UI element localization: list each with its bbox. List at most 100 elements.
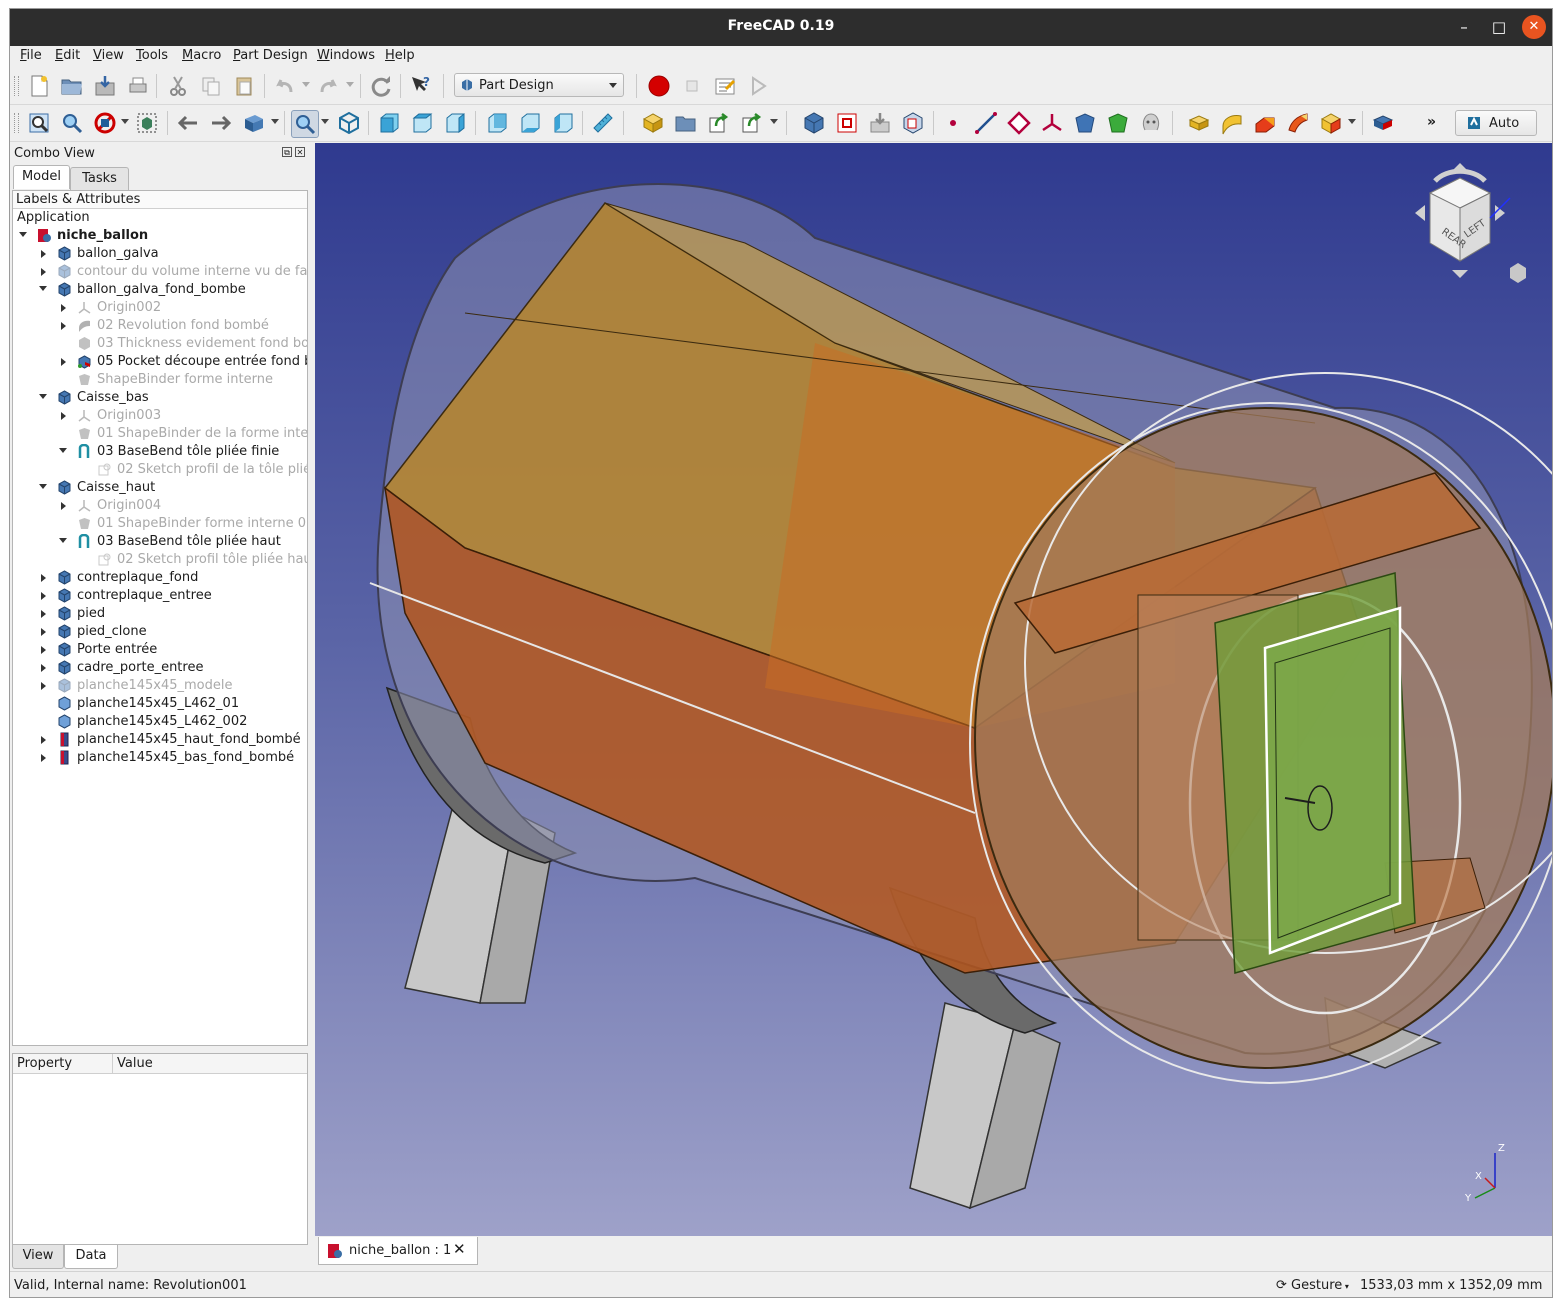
expand-arrow-icon[interactable] [39,286,47,291]
tab-data[interactable]: Data [64,1245,118,1269]
tab-tasks[interactable]: Tasks [70,167,129,191]
additive-loft-icon[interactable] [1252,110,1278,136]
tree-item[interactable]: 01 ShapeBinder forme interne 01 [13,515,307,533]
collapse-arrow-icon[interactable] [61,358,66,366]
right-view-icon[interactable] [442,110,468,136]
tree-item[interactable]: Origin004 [13,497,307,515]
collapse-arrow-icon[interactable] [41,610,46,618]
open-folder-icon[interactable] [59,73,85,99]
additive-box-icon[interactable] [1318,110,1344,136]
validate-sketch-icon[interactable] [867,110,893,136]
create-body-icon[interactable] [801,110,827,136]
minimize-button[interactable]: – [1452,15,1476,39]
datum-plane-icon[interactable] [1006,110,1032,136]
link-actions-icon[interactable] [739,110,765,136]
execute-macro-icon[interactable] [745,73,771,99]
tree-item[interactable]: 02 Revolution fond bombé [13,317,307,335]
fit-selection-icon[interactable] [59,110,85,136]
toolbar-grip[interactable] [14,76,19,96]
toolbar-overflow[interactable]: » [1427,114,1436,130]
additive-pipe-icon[interactable] [1285,110,1311,136]
tree-item[interactable]: planche145x45_L462_002 [13,713,307,731]
zoom-box-icon[interactable] [291,110,319,138]
workbench-selector[interactable]: Part Design [454,73,624,97]
create-group-icon[interactable] [673,110,699,136]
menu-tools[interactable]: Tools [136,48,168,63]
redo-icon[interactable] [315,73,341,99]
top-view-icon[interactable] [409,110,435,136]
close-dock-icon[interactable]: ✕ [295,147,305,157]
collapse-arrow-icon[interactable] [41,628,46,636]
tree-item[interactable]: ShapeBinder forme interne [13,371,307,389]
tree-item[interactable]: planche145x45_L462_01 [13,695,307,713]
model-tree[interactable]: Labels & Attributes Application niche_ba… [12,190,308,1046]
tree-item[interactable]: pied [13,605,307,623]
fit-all-icon[interactable] [26,110,52,136]
create-sketch-icon[interactable] [834,110,860,136]
stop-macro-icon[interactable] [679,73,705,99]
collapse-arrow-icon[interactable] [41,250,46,258]
tree-item[interactable]: Origin002 [13,299,307,317]
clone-icon[interactable] [1138,110,1164,136]
expand-arrow-icon[interactable] [19,232,27,237]
menu-windows[interactable]: Windows [317,48,375,63]
collapse-arrow-icon[interactable] [41,268,46,276]
sync-view-icon[interactable] [241,110,267,136]
tree-item[interactable]: contreplaque_entree [13,587,307,605]
collapse-arrow-icon[interactable] [61,322,66,330]
back-arrow-icon[interactable] [175,110,201,136]
tree-item[interactable]: planche145x45_haut_fond_bombé [13,731,307,749]
bottom-view-icon[interactable] [517,110,543,136]
cut-icon[interactable] [165,73,191,99]
collapse-arrow-icon[interactable] [41,754,46,762]
expand-arrow-icon[interactable] [39,484,47,489]
draw-style-icon[interactable] [92,110,118,136]
tree-item[interactable]: cadre_porte_entree [13,659,307,677]
collapse-arrow-icon[interactable] [41,574,46,582]
tree-item[interactable]: 02 Sketch profil de la tôle pliée [13,461,307,479]
tree-item[interactable]: Caisse_bas [13,389,307,407]
close-button[interactable]: ✕ [1522,15,1546,39]
collapse-arrow-icon[interactable] [41,682,46,690]
datum-line-icon[interactable] [973,110,999,136]
refresh-icon[interactable] [368,73,394,99]
tab-model[interactable]: Model [13,165,70,189]
isometric-view-icon[interactable] [336,110,362,136]
map-sketch-icon[interactable] [900,110,926,136]
auto-recompute-button[interactable]: Auto [1455,110,1537,136]
bounding-box-icon[interactable] [134,110,160,136]
shape-binder-icon[interactable] [1072,110,1098,136]
tree-item[interactable]: 05 Pocket découpe entrée fond bombé [13,353,307,371]
tree-item[interactable]: contreplaque_fond [13,569,307,587]
collapse-arrow-icon[interactable] [61,412,66,420]
left-view-icon[interactable] [550,110,576,136]
tree-item[interactable]: Caisse_haut [13,479,307,497]
3d-viewport[interactable]: REAR LEFT Z Y X [315,143,1553,1236]
menu-edit[interactable]: Edit [55,48,80,63]
tree-item[interactable]: 03 BaseBend tôle pliée haut [13,533,307,551]
close-tab-icon[interactable]: ✕ [453,1240,466,1258]
expand-arrow-icon[interactable] [39,394,47,399]
tree-item[interactable]: Porte entrée [13,641,307,659]
record-macro-icon[interactable] [646,73,672,99]
expand-arrow-icon[interactable] [59,538,67,543]
create-part-icon[interactable] [640,110,666,136]
float-dock-icon[interactable]: ⧉ [282,147,292,157]
property-editor[interactable]: Property Value [12,1053,308,1245]
tree-item[interactable]: 02 Sketch profil tôle pliée haut [13,551,307,569]
menu-macro[interactable]: Macro [182,48,221,63]
copy-icon[interactable] [198,73,224,99]
tree-item[interactable]: planche145x45_bas_fond_bombé [13,749,307,767]
tree-item[interactable]: 03 BaseBend tôle pliée finie [13,443,307,461]
datum-point-icon[interactable] [940,110,966,136]
toolbar-grip[interactable] [14,113,19,133]
undo-icon[interactable] [272,73,298,99]
tree-item[interactable]: Origin003 [13,407,307,425]
pocket-icon[interactable] [1370,110,1396,136]
menu-view[interactable]: View [93,48,124,63]
front-view-icon[interactable] [376,110,402,136]
print-icon[interactable] [125,73,151,99]
3d-model-render[interactable]: REAR LEFT Z Y X [315,143,1553,1236]
collapse-arrow-icon[interactable] [61,304,66,312]
menu-part-design[interactable]: Part Design [233,48,308,63]
